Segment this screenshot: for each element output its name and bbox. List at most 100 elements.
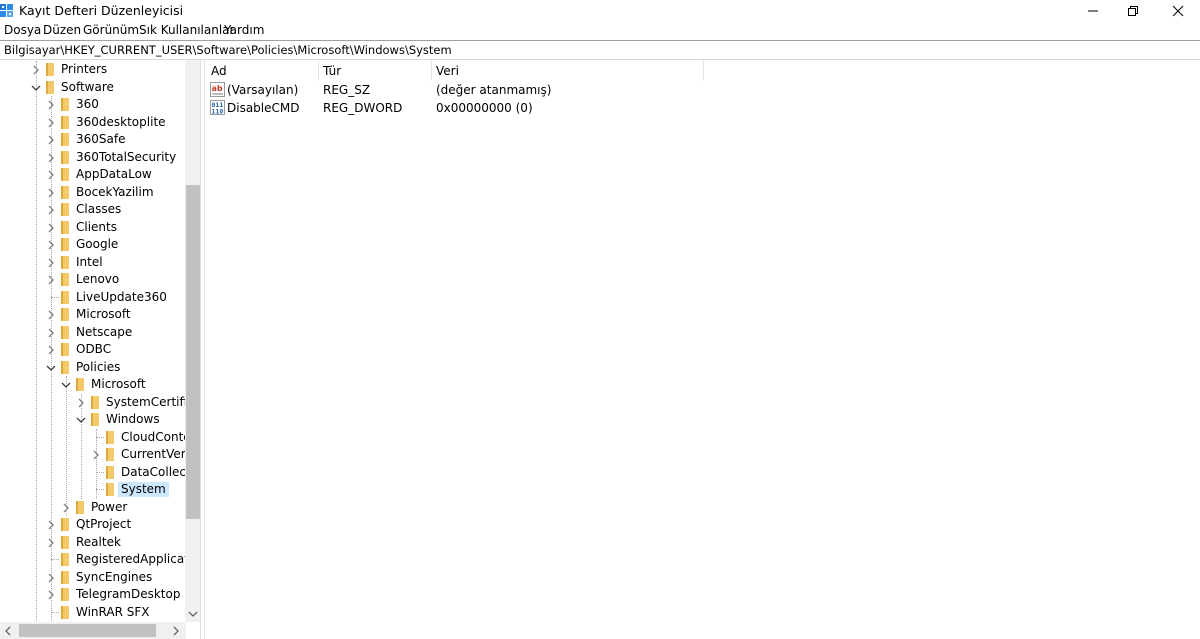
tree-node[interactable]: Software <box>0 79 186 96</box>
tree-node[interactable]: BocekYazilim <box>0 184 186 201</box>
tree-node[interactable]: Power <box>0 499 186 516</box>
tree-node[interactable]: LiveUpdate360 <box>0 289 186 306</box>
chevron-right-icon[interactable] <box>76 397 86 407</box>
tree-node[interactable]: TelegramDesktop <box>0 586 186 603</box>
scroll-right-icon[interactable] <box>172 625 180 639</box>
chevron-down-icon[interactable] <box>31 82 41 92</box>
column-divider[interactable] <box>318 60 319 81</box>
chevron-down-icon[interactable] <box>61 379 71 389</box>
chevron-right-icon[interactable] <box>61 502 71 512</box>
chevron-right-icon[interactable] <box>46 117 56 127</box>
tree-node[interactable]: DataCollection <box>0 464 186 481</box>
chevron-down-icon[interactable] <box>76 414 86 424</box>
menu-help[interactable]: Yardım <box>224 23 264 37</box>
chevron-right-icon[interactable] <box>91 449 101 460</box>
tree-node[interactable]: Lenovo <box>0 271 186 288</box>
menu-edit[interactable]: Düzen <box>43 23 81 37</box>
tree-horizontal-scroll-thumb[interactable] <box>19 624 156 637</box>
tree-node[interactable]: Realtek <box>0 534 186 551</box>
column-header-name[interactable]: Ad <box>211 60 227 81</box>
tree-node-label: Netscape <box>76 324 133 339</box>
tree-node[interactable]: Classes <box>0 201 186 218</box>
chevron-right-icon[interactable] <box>46 204 56 215</box>
menu-file[interactable]: Dosya <box>4 23 41 37</box>
column-divider[interactable] <box>431 60 432 81</box>
binary-value-icon: 011 110 <box>210 100 225 116</box>
tree-node[interactable]: 360 <box>0 96 186 113</box>
chevron-right-icon[interactable] <box>46 344 56 355</box>
chevron-right-icon[interactable] <box>46 134 56 145</box>
value-row[interactable]: 011 110 DisableCMD REG_DWORD 0x00000000 … <box>205 99 1200 117</box>
tree-node[interactable]: Microsoft <box>0 306 186 323</box>
chevron-right-icon[interactable] <box>46 589 56 600</box>
value-type: REG_SZ <box>323 83 371 97</box>
tree-node[interactable]: Intel <box>0 254 186 271</box>
tree-node[interactable]: RegisteredApplications <box>0 551 186 568</box>
chevron-right-icon[interactable] <box>46 327 56 337</box>
folder-icon <box>46 63 54 76</box>
svg-text:110: 110 <box>212 108 224 116</box>
chevron-right-icon[interactable] <box>46 257 56 267</box>
tree-node-label: RegisteredApplications <box>76 552 186 566</box>
tree-node[interactable]: Clients <box>0 219 186 236</box>
tree-node[interactable]: WinRAR SFX <box>0 604 186 621</box>
menu-favorites[interactable]: Sık Kullanılanlar <box>139 23 234 37</box>
chevron-right-icon[interactable] <box>46 169 56 180</box>
restore-button[interactable] <box>1110 0 1156 22</box>
tree-node-label: QtProject <box>76 517 132 531</box>
tree-node[interactable]: SystemCertificates <box>0 394 186 411</box>
tree-vertical-scroll-thumb[interactable] <box>186 185 200 519</box>
chevron-right-icon[interactable] <box>46 309 56 320</box>
tree-node-label: ODBC <box>76 342 112 356</box>
address-bar[interactable]: Bilgisayar\HKEY_CURRENT_USER\Software\Po… <box>0 40 1200 60</box>
tree-node[interactable]: System <box>0 481 186 498</box>
string-value-icon: ab <box>210 82 225 97</box>
tree-node[interactable]: SyncEngines <box>0 569 186 586</box>
tree-horizontal-scrollbar[interactable] <box>0 622 186 639</box>
folder-icon <box>61 570 69 584</box>
close-button[interactable] <box>1155 0 1200 22</box>
tree-node[interactable]: ODBC <box>0 341 186 358</box>
chevron-right-icon[interactable] <box>31 64 41 75</box>
scroll-down-icon[interactable] <box>188 607 198 621</box>
value-name: DisableCMD <box>227 101 300 115</box>
tree-node-label: LiveUpdate360 <box>76 289 167 304</box>
address-path[interactable]: Bilgisayar\HKEY_CURRENT_USER\Software\Po… <box>4 43 452 57</box>
tree-node[interactable]: 360TotalSecurity <box>0 149 186 166</box>
tree-node[interactable]: 360Safe <box>0 131 186 148</box>
tree-node[interactable]: Windows <box>0 411 186 428</box>
tree-node[interactable]: CurrentVersion <box>0 446 186 463</box>
tree-vertical-scrollbar[interactable] <box>185 60 200 622</box>
chevron-right-icon[interactable] <box>46 572 56 582</box>
chevron-down-icon[interactable] <box>46 362 56 372</box>
folder-icon <box>61 203 69 216</box>
column-header-data[interactable]: Veri <box>436 60 459 81</box>
tree-node[interactable]: Policies <box>0 359 186 376</box>
menu-view[interactable]: Görünüm <box>83 23 139 37</box>
tree-node[interactable]: 360desktoplite <box>0 114 186 131</box>
folder-icon <box>61 518 69 531</box>
value-list: Ad Tür Veri ab (Varsayılan) REG_SZ (değe… <box>204 60 1200 639</box>
column-divider[interactable] <box>703 60 704 81</box>
chevron-right-icon[interactable] <box>46 222 56 232</box>
folder-icon <box>106 430 114 444</box>
tree-node[interactable]: Netscape <box>0 324 186 341</box>
scroll-left-icon[interactable] <box>4 625 12 639</box>
chevron-right-icon[interactable] <box>46 152 56 162</box>
tree-node-label: AppDataLow <box>76 167 152 181</box>
column-header-type[interactable]: Tür <box>323 60 341 81</box>
tree-node-label: Google <box>76 237 119 251</box>
tree-node[interactable]: Printers <box>0 61 186 78</box>
chevron-right-icon[interactable] <box>46 274 56 285</box>
tree-node[interactable]: QtProject <box>0 516 186 533</box>
chevron-right-icon[interactable] <box>46 519 56 530</box>
tree-node[interactable]: CloudContent <box>0 429 186 446</box>
tree-node[interactable]: Microsoft <box>0 376 186 393</box>
tree-node[interactable]: AppDataLow <box>0 166 186 183</box>
chevron-right-icon[interactable] <box>46 537 56 547</box>
tree-node[interactable]: Google <box>0 236 186 253</box>
value-row[interactable]: ab (Varsayılan) REG_SZ (değer atanmamış) <box>205 81 1200 99</box>
chevron-right-icon[interactable] <box>46 187 56 197</box>
chevron-right-icon[interactable] <box>46 239 56 250</box>
chevron-right-icon[interactable] <box>46 99 56 110</box>
